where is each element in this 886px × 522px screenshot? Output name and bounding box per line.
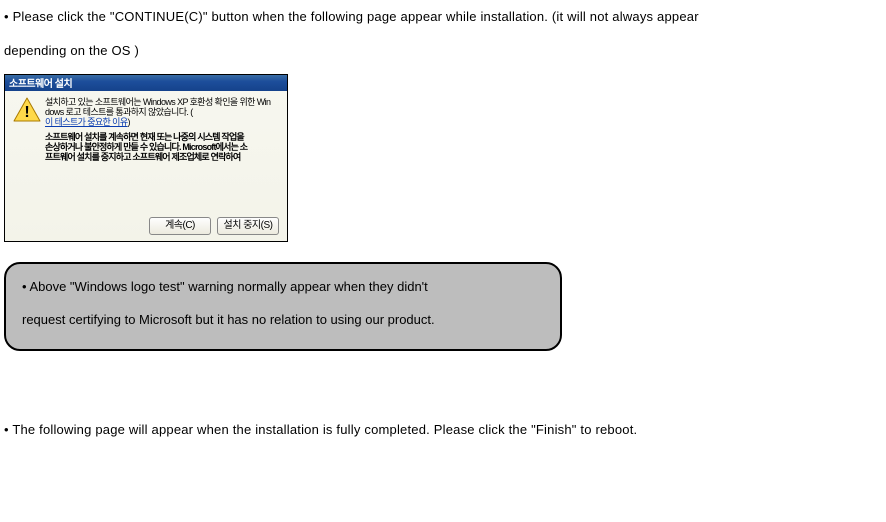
note-line-1: • Above "Windows logo test" warning norm… — [22, 270, 544, 304]
msg-line: 설치하고 있는 소프트웨어는 Windows XP 호환성 확인을 위한 Win — [45, 97, 270, 107]
intro-line-2: depending on the OS ) — [4, 43, 139, 58]
stop-install-button[interactable]: 설치 중지(S) — [217, 217, 279, 235]
software-install-dialog: 소프트웨어 설치 ! 설치하고 있는 소프트웨어는 Windows XP 호환성… — [4, 74, 288, 242]
dialog-body: ! 설치하고 있는 소프트웨어는 Windows XP 호환성 확인을 위한 W… — [5, 91, 287, 241]
note-line-2: request certifying to Microsoft but it h… — [22, 303, 544, 337]
msg-line: 이 테스트가 중요한 이유) — [45, 117, 270, 127]
dialog-message-2: 소프트웨어 설치를 계속하면 현재 또는 나중의 시스템 작업을 손상하거나 불… — [45, 132, 270, 163]
document-page: • Please click the "CONTINUE(C)" button … — [0, 0, 886, 522]
svg-text:!: ! — [24, 104, 29, 121]
dialog-titlebar: 소프트웨어 설치 — [5, 75, 287, 91]
warning-row: ! 설치하고 있는 소프트웨어는 Windows XP 호환성 확인을 위한 W… — [13, 97, 279, 163]
final-paragraph: • The following page will appear when th… — [4, 413, 882, 447]
msg-line: dows 로고 테스트를 통과하지 않았습니다. ( — [45, 107, 270, 117]
why-test-important-link[interactable]: 이 테스트가 중요한 이유 — [45, 117, 128, 127]
intro-line-1: • Please click the "CONTINUE(C)" button … — [4, 9, 699, 24]
dialog-button-bar: 계속(C) 설치 중지(S) — [149, 217, 279, 235]
dialog-title: 소프트웨어 설치 — [9, 75, 72, 90]
dialog-message-1: 설치하고 있는 소프트웨어는 Windows XP 호환성 확인을 위한 Win… — [45, 97, 270, 163]
note-box: • Above "Windows logo test" warning norm… — [4, 262, 562, 352]
intro-paragraph: • Please click the "CONTINUE(C)" button … — [4, 0, 882, 68]
continue-button[interactable]: 계속(C) — [149, 217, 211, 235]
warning-icon: ! — [13, 97, 41, 123]
